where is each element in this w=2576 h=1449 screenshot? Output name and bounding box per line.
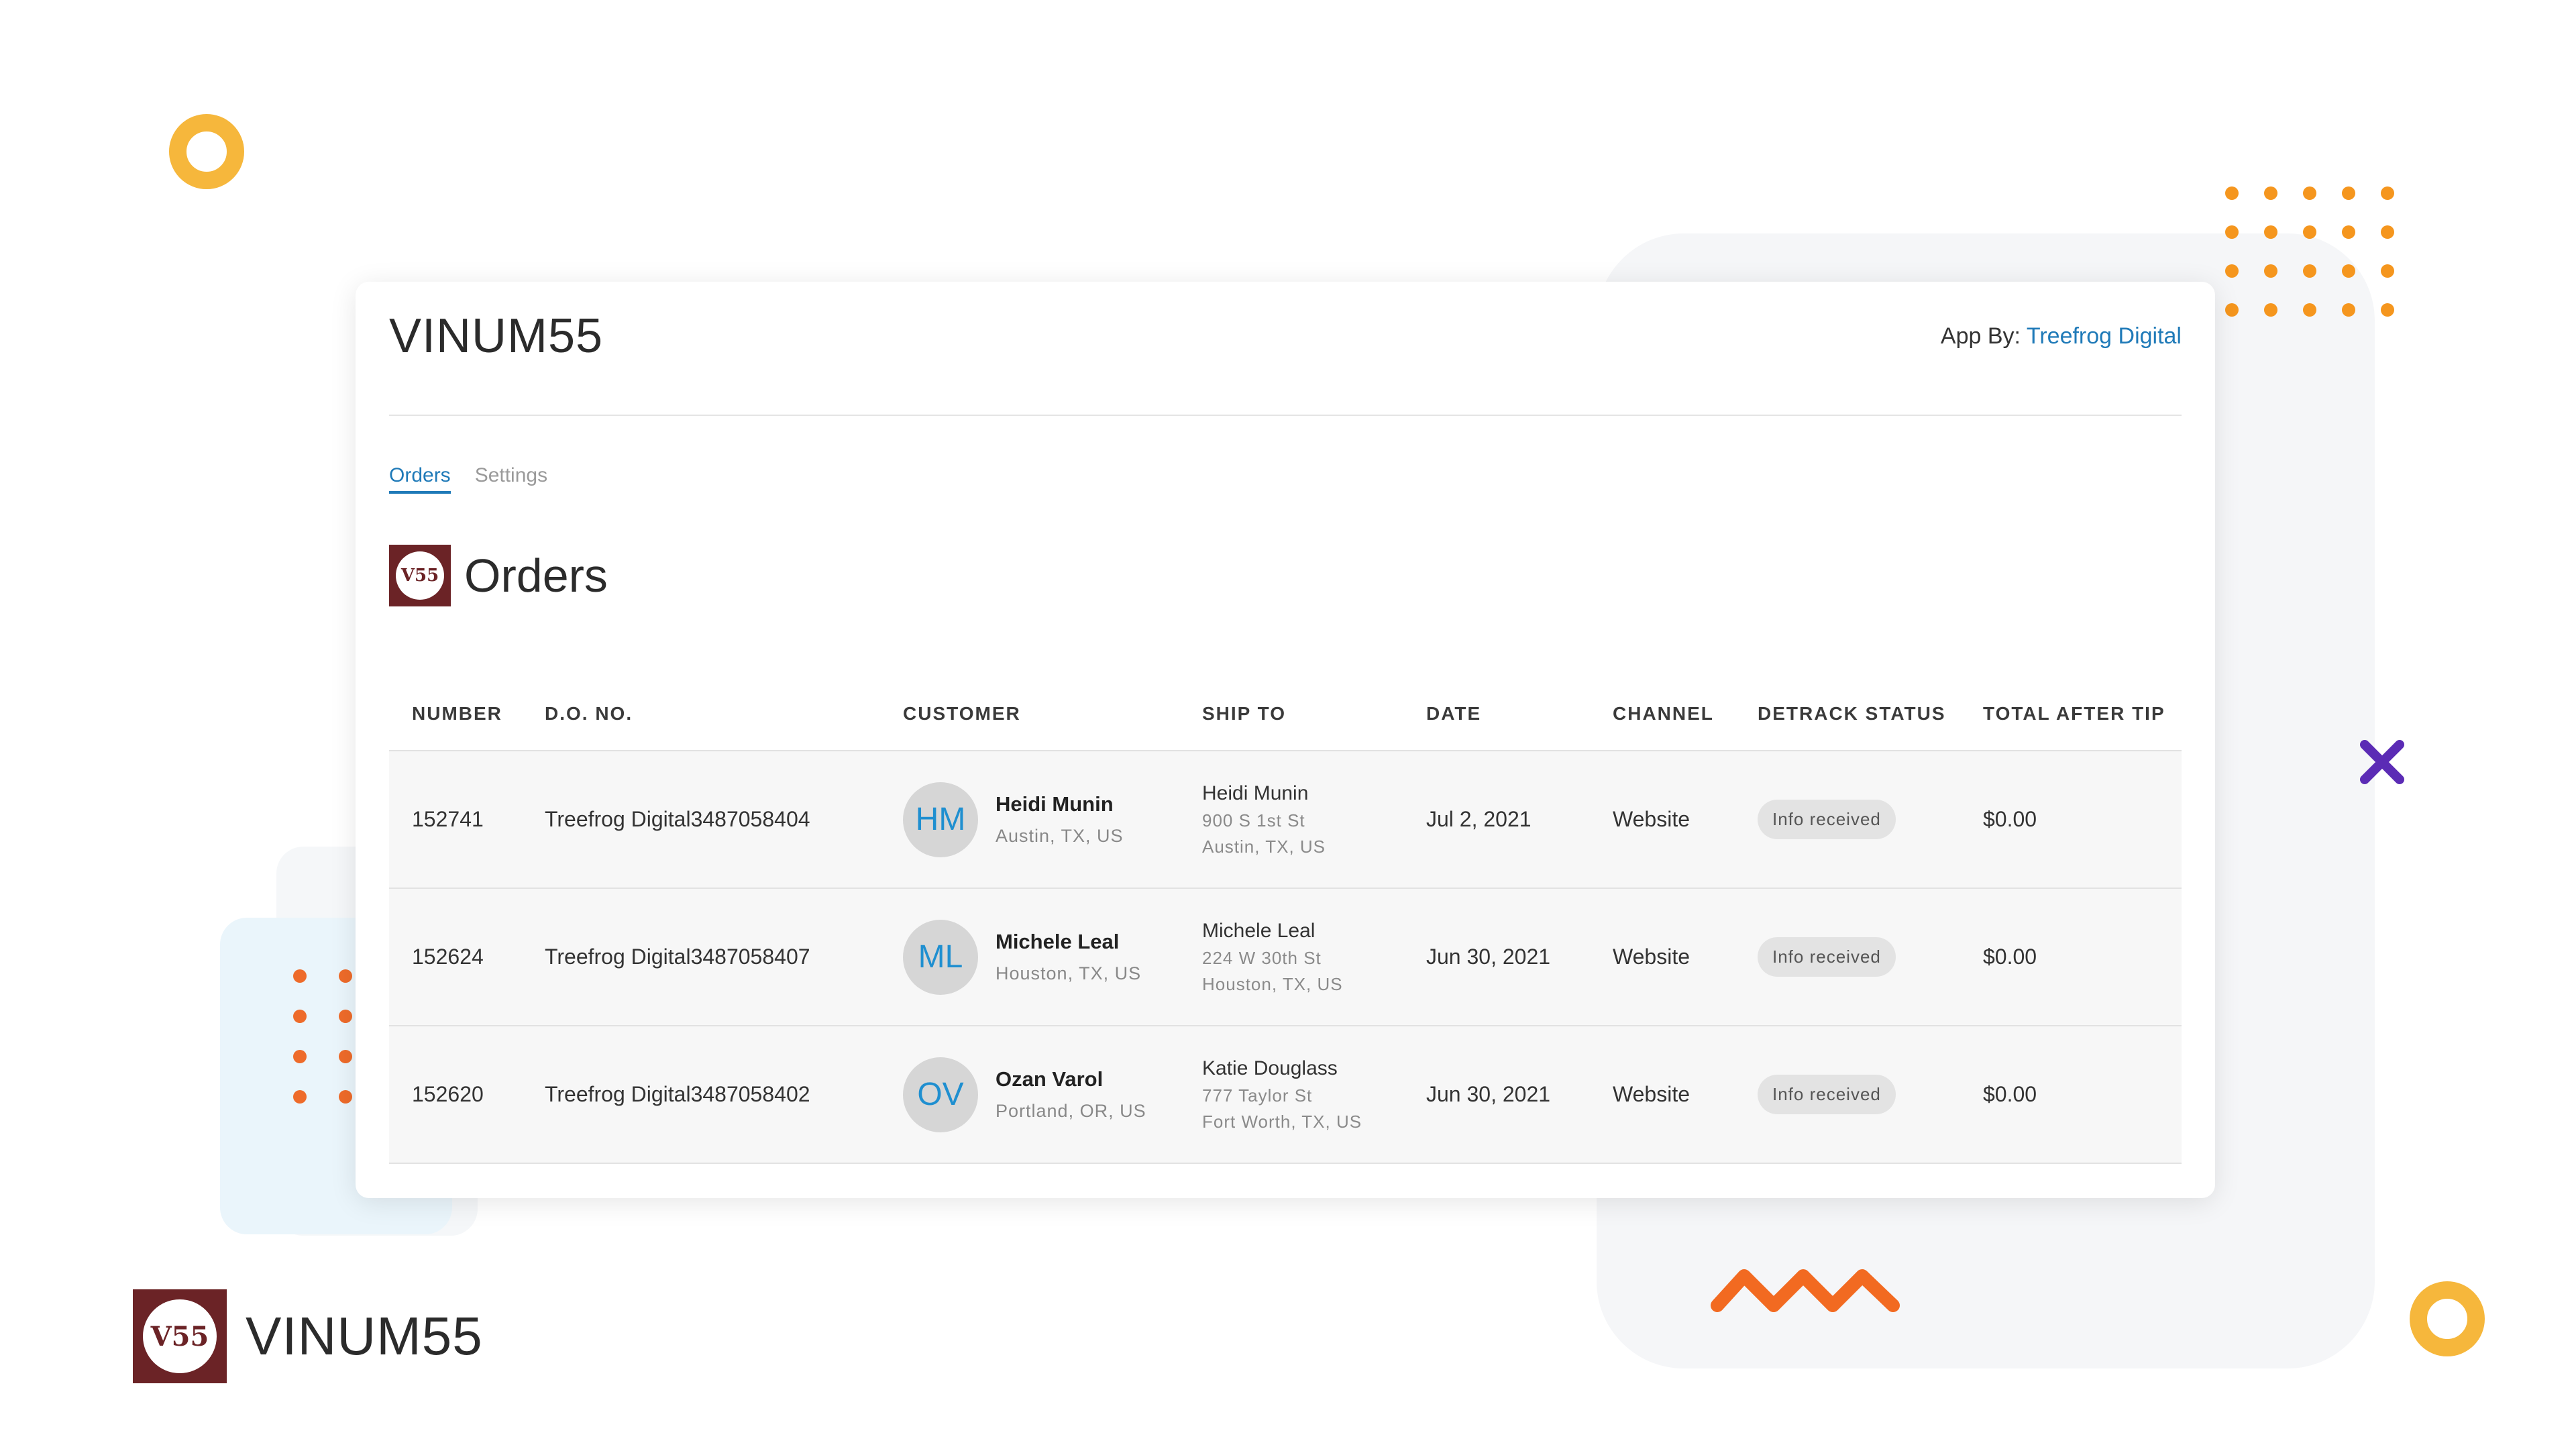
detrack-status-cell: Info received bbox=[1735, 800, 1960, 839]
decorative-zigzag bbox=[1711, 1269, 1900, 1312]
decorative-dots-top-right bbox=[2225, 186, 2394, 317]
column-header-ship-to[interactable]: SHIP TO bbox=[1179, 703, 1403, 724]
column-header-customer[interactable]: CUSTOMER bbox=[880, 703, 1179, 724]
table-row[interactable]: 152624 Treefrog Digital3487058407 ML Mic… bbox=[389, 889, 2182, 1026]
decorative-ring-top-left bbox=[169, 114, 244, 189]
order-number[interactable]: 152741 bbox=[389, 807, 522, 832]
do-number: Treefrog Digital3487058404 bbox=[545, 807, 810, 831]
tab-orders[interactable]: Orders bbox=[389, 464, 451, 494]
order-channel: Website bbox=[1613, 807, 1690, 831]
vinum55-logo: V55 bbox=[389, 545, 451, 606]
ship-to-name: Heidi Munin bbox=[1202, 782, 1309, 804]
order-total: $0.00 bbox=[1983, 807, 2037, 831]
orders-table: NUMBER D.O. NO. CUSTOMER SHIP TO DATE CH… bbox=[389, 678, 2182, 1164]
section-header: V55 Orders bbox=[389, 545, 608, 606]
customer-name: Heidi Munin bbox=[996, 792, 1114, 816]
logo-mark: V55 bbox=[396, 551, 444, 600]
ship-to-cell: Heidi Munin 900 S 1st St Austin, TX, US bbox=[1179, 782, 1403, 857]
detrack-status-cell: Info received bbox=[1735, 1075, 1960, 1114]
app-title: VINUM55 bbox=[389, 309, 604, 363]
brand-lockup: V55 VINUM55 bbox=[133, 1289, 483, 1383]
customer-location: Portland, OR, US bbox=[996, 1101, 1146, 1121]
table-row[interactable]: 152620 Treefrog Digital3487058402 OV Oza… bbox=[389, 1026, 2182, 1164]
table-row[interactable]: 152741 Treefrog Digital3487058404 HM Hei… bbox=[389, 751, 2182, 889]
customer-location: Houston, TX, US bbox=[996, 963, 1142, 983]
column-header-total-after-tip[interactable]: TOTAL AFTER TIP bbox=[1960, 703, 2182, 724]
status-badge: Info received bbox=[1758, 1075, 1896, 1114]
order-channel: Website bbox=[1613, 1082, 1690, 1106]
do-number: Treefrog Digital3487058402 bbox=[545, 1082, 810, 1106]
status-badge: Info received bbox=[1758, 800, 1896, 839]
column-header-detrack-status[interactable]: DETRACK STATUS bbox=[1735, 703, 1960, 724]
avatar: OV bbox=[903, 1057, 978, 1132]
order-date: Jun 30, 2021 bbox=[1426, 1082, 1551, 1106]
tab-settings[interactable]: Settings bbox=[475, 464, 547, 494]
order-number[interactable]: 152624 bbox=[389, 945, 522, 969]
app-card: VINUM55 App By: Treefrog Digital Orders … bbox=[356, 282, 2215, 1198]
customer-cell: HM Heidi Munin Austin, TX, US bbox=[880, 782, 1179, 857]
order-total: $0.00 bbox=[1983, 945, 2037, 969]
do-number: Treefrog Digital3487058407 bbox=[545, 945, 810, 969]
column-header-number[interactable]: NUMBER bbox=[389, 703, 522, 724]
decorative-dots-left bbox=[293, 969, 352, 1104]
customer-name: Ozan Varol bbox=[996, 1067, 1104, 1091]
logo-mark: V55 bbox=[143, 1299, 217, 1373]
avatar: HM bbox=[903, 782, 978, 857]
order-date: Jul 2, 2021 bbox=[1426, 807, 1532, 831]
vinum55-logo: V55 bbox=[133, 1289, 227, 1383]
app-by-label: App By: bbox=[1940, 323, 2021, 349]
decorative-ring-bottom-right bbox=[2410, 1281, 2485, 1356]
customer-name: Michele Leal bbox=[996, 930, 1120, 953]
app-by-link[interactable]: Treefrog Digital bbox=[2027, 323, 2182, 349]
order-total: $0.00 bbox=[1983, 1082, 2037, 1106]
ship-to-street: 900 S 1st St bbox=[1202, 810, 1305, 830]
ship-to-city: Houston, TX, US bbox=[1202, 973, 1343, 994]
tab-bar: Orders Settings bbox=[389, 464, 547, 494]
app-by: App By: Treefrog Digital bbox=[1941, 323, 2182, 350]
status-badge: Info received bbox=[1758, 937, 1896, 977]
ship-to-street: 777 Taylor St bbox=[1202, 1085, 1313, 1106]
customer-location: Austin, TX, US bbox=[996, 826, 1124, 846]
ship-to-name: Katie Douglass bbox=[1202, 1057, 1338, 1079]
column-header-do-no[interactable]: D.O. NO. bbox=[522, 703, 880, 724]
detrack-status-cell: Info received bbox=[1735, 937, 1960, 977]
header-divider bbox=[389, 415, 2182, 416]
order-channel: Website bbox=[1613, 945, 1690, 969]
page-title: Orders bbox=[464, 549, 608, 602]
ship-to-cell: Katie Douglass 777 Taylor St Fort Worth,… bbox=[1179, 1057, 1403, 1132]
ship-to-city: Fort Worth, TX, US bbox=[1202, 1111, 1362, 1132]
column-header-channel[interactable]: CHANNEL bbox=[1590, 703, 1735, 724]
ship-to-name: Michele Leal bbox=[1202, 919, 1316, 942]
table-header: NUMBER D.O. NO. CUSTOMER SHIP TO DATE CH… bbox=[389, 678, 2182, 751]
column-header-date[interactable]: DATE bbox=[1403, 703, 1590, 724]
ship-to-cell: Michele Leal 224 W 30th St Houston, TX, … bbox=[1179, 920, 1403, 995]
order-date: Jun 30, 2021 bbox=[1426, 945, 1551, 969]
brand-name: VINUM55 bbox=[246, 1306, 483, 1366]
ship-to-city: Austin, TX, US bbox=[1202, 836, 1326, 857]
order-number[interactable]: 152620 bbox=[389, 1082, 522, 1107]
avatar: ML bbox=[903, 919, 978, 995]
customer-cell: ML Michele Leal Houston, TX, US bbox=[880, 919, 1179, 995]
customer-cell: OV Ozan Varol Portland, OR, US bbox=[880, 1057, 1179, 1132]
ship-to-street: 224 W 30th St bbox=[1202, 947, 1322, 968]
decorative-cross-icon bbox=[2360, 740, 2404, 784]
